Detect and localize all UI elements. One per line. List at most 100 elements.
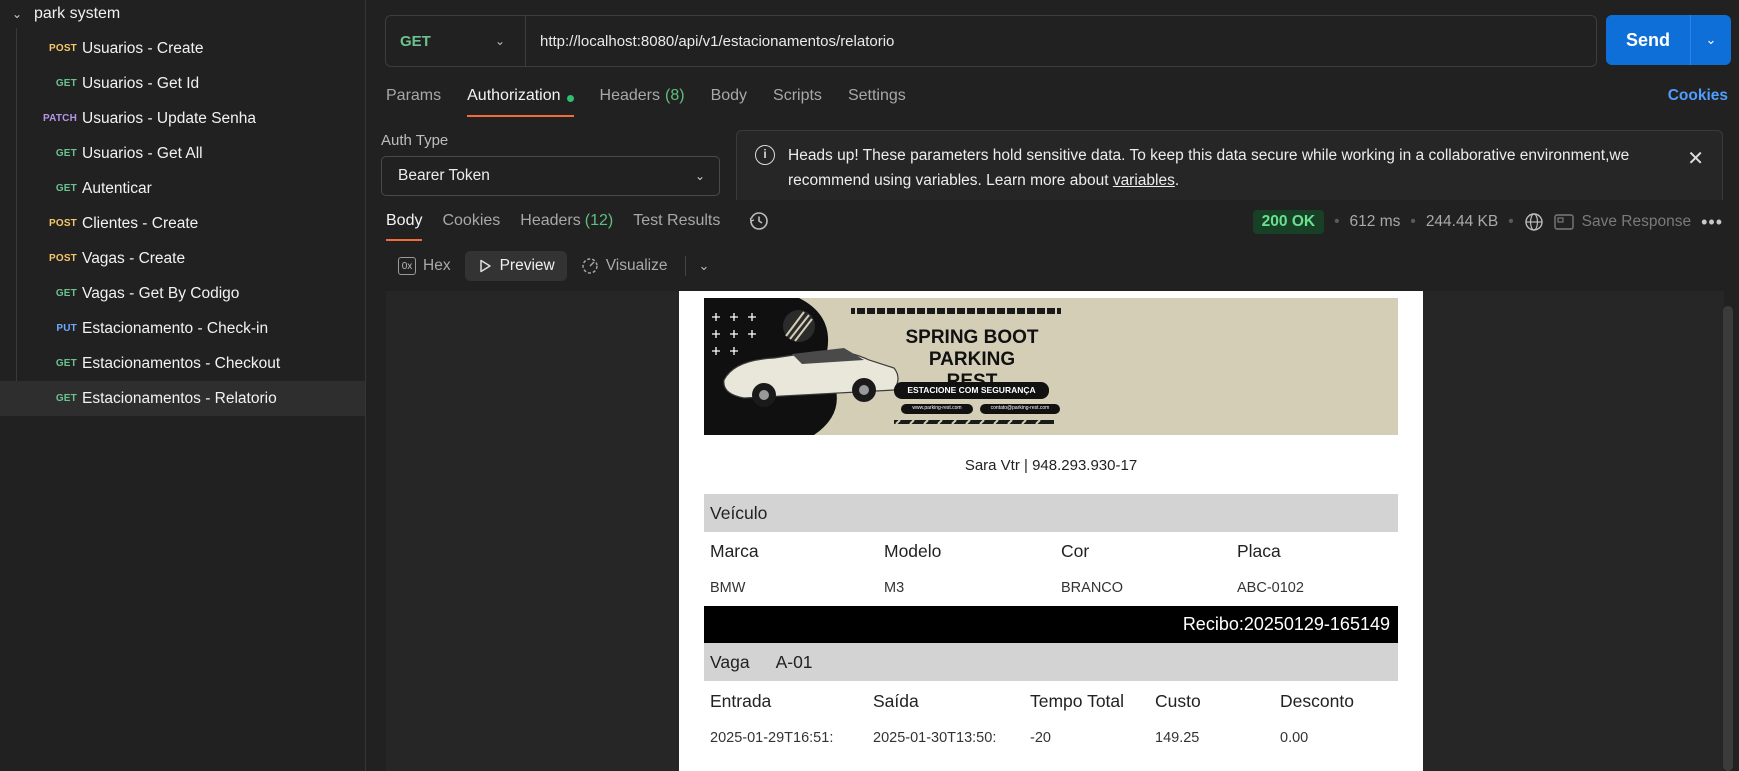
history-icon[interactable]	[748, 210, 770, 232]
method-badge: POST	[48, 253, 77, 264]
tab-headers[interactable]: Headers (8)	[600, 83, 685, 117]
vehicle-col-header: Cor	[1061, 541, 1090, 561]
chevron-down-icon[interactable]: ⌄	[1691, 32, 1731, 48]
banner-graphic	[704, 298, 1398, 435]
separator-dot: •	[1334, 213, 1340, 230]
close-icon[interactable]: ✕	[1687, 146, 1704, 171]
tab-response-body[interactable]: Body	[386, 209, 423, 241]
chevron-down-icon[interactable]: ⌄	[8, 7, 26, 21]
vaga-label: Vaga	[710, 651, 750, 672]
sidebar-request[interactable]: GET Usuarios - Get Id	[0, 66, 365, 101]
request-name: Vagas - Get By Codigo	[82, 284, 240, 302]
variables-link[interactable]: variables	[1113, 172, 1175, 189]
receipt-bar: Recibo:20250129-165149	[704, 606, 1398, 643]
tab-body[interactable]: Body	[711, 83, 747, 117]
vehicle-section-header: Veículo	[704, 494, 1398, 532]
collection-name: park system	[34, 5, 121, 22]
sidebar-request[interactable]: GET Usuarios - Get All	[0, 136, 365, 171]
sidebar-request[interactable]: PUT Estacionamento - Check-in	[0, 311, 365, 346]
stay-col-header: Saída	[873, 691, 919, 711]
request-name: Estacionamentos - Checkout	[82, 354, 281, 372]
cookies-link[interactable]: Cookies	[1668, 87, 1728, 105]
request-name: Autenticar	[82, 179, 152, 197]
hex-icon: 0x	[398, 257, 416, 275]
visualize-icon	[582, 258, 598, 274]
stay-col-header: Entrada	[710, 691, 772, 711]
status-badge[interactable]: 200 OK	[1252, 210, 1325, 234]
tab-hex[interactable]: 0x Hex	[386, 251, 463, 281]
sidebar-request[interactable]: GET Estacionamentos - Checkout	[0, 346, 365, 381]
vaga-value: A-01	[775, 651, 813, 672]
stay-col-value: 0.00	[1280, 730, 1309, 746]
vehicle-col-value: BMW	[710, 580, 746, 596]
save-response-icon	[1553, 214, 1574, 230]
vehicle-section-title: Veículo	[710, 502, 768, 523]
sidebar: ⌄ park system POST Usuarios - Create GET…	[0, 0, 366, 771]
divider	[685, 256, 687, 276]
url-bar: GET ⌄ http://localhost:8080/api/v1/estac…	[385, 15, 1597, 67]
sidebar-request[interactable]: POST Usuarios - Create	[0, 31, 365, 66]
play-icon	[479, 259, 491, 273]
sidebar-request[interactable]: POST Vagas - Create	[0, 241, 365, 276]
tab-label: Hex	[423, 257, 451, 274]
method-badge: GET	[55, 288, 77, 299]
sidebar-request[interactable]: POST Clientes - Create	[0, 206, 365, 241]
method-badge: GET	[55, 78, 77, 89]
tab-response-cookies[interactable]: Cookies	[442, 209, 500, 241]
tab-preview[interactable]: Preview	[464, 251, 567, 281]
send-label: Send	[1625, 29, 1670, 50]
report-document: SPRING BOOT PARKING REST ESTACIONE COM S…	[679, 291, 1423, 771]
response-tabs: Body Cookies Headers (12) Test Results	[386, 209, 740, 241]
tab-settings[interactable]: Settings	[848, 83, 906, 117]
tab-label: Settings	[847, 87, 906, 104]
tab-label: Authorization	[467, 87, 561, 104]
vaga-section-header: Vaga A-01	[704, 643, 1398, 681]
response-size[interactable]: 244.44 KB	[1426, 213, 1498, 231]
method-badge: PATCH	[43, 113, 77, 124]
tab-authorization[interactable]: Authorization	[467, 83, 574, 117]
chevron-down-icon: ⌄	[494, 34, 505, 48]
tab-visualize[interactable]: Visualize	[569, 251, 680, 281]
vehicle-col-value: BRANCO	[1061, 580, 1124, 596]
sidebar-request[interactable]: PATCH Usuarios - Update Senha	[0, 101, 365, 136]
tab-label: Params	[386, 87, 442, 104]
auth-type-select[interactable]: Bearer Token ⌄	[381, 156, 720, 196]
tab-label: Cookies	[442, 212, 501, 229]
stay-col-value: 2025-01-30T13:50:	[873, 730, 997, 746]
method-badge: GET	[55, 148, 77, 159]
globe-icon[interactable]	[1524, 212, 1544, 232]
receipt-number: Recibo:20250129-165149	[1182, 614, 1390, 634]
collection-header[interactable]: ⌄ park system	[8, 2, 120, 26]
tab-count: (12)	[584, 212, 614, 229]
request-name: Estacionamento - Check-in	[82, 319, 269, 337]
method-badge: PUT	[56, 323, 77, 334]
send-button[interactable]: Send ⌄	[1606, 15, 1731, 65]
save-response-button[interactable]: Save Response	[1553, 213, 1692, 231]
tab-params[interactable]: Params	[386, 83, 441, 117]
separator-dot: •	[1508, 213, 1514, 230]
tab-response-headers[interactable]: Headers (12)	[520, 209, 613, 241]
tab-scripts[interactable]: Scripts	[773, 83, 822, 117]
method-badge: GET	[55, 393, 77, 404]
notice-end: .	[1174, 172, 1180, 189]
chevron-down-icon: ⌄	[694, 169, 705, 183]
stay-col-header: Desconto	[1280, 691, 1354, 711]
method-select[interactable]: GET ⌄	[386, 16, 526, 66]
request-tabs: Params Authorization Headers (8) Body Scr…	[386, 83, 932, 117]
tab-test-results[interactable]: Test Results	[633, 209, 720, 241]
stay-col-value: 2025-01-29T16:51:	[710, 730, 834, 746]
sidebar-request-active[interactable]: GET Estacionamentos - Relatorio	[0, 381, 365, 416]
response-time[interactable]: 612 ms	[1350, 213, 1401, 231]
sidebar-request[interactable]: GET Autenticar	[0, 171, 365, 206]
scrollbar[interactable]	[1723, 306, 1733, 771]
tab-label: Headers	[599, 87, 660, 104]
more-options-icon[interactable]: •••	[1701, 212, 1723, 233]
tab-label: Body	[710, 87, 748, 104]
sidebar-request[interactable]: GET Vagas - Get By Codigo	[0, 276, 365, 311]
url-input[interactable]: http://localhost:8080/api/v1/estacioname…	[526, 33, 894, 50]
vehicle-col-value: M3	[884, 580, 905, 596]
chevron-down-icon[interactable]: ⌄	[692, 258, 715, 274]
save-response-label: Save Response	[1581, 213, 1692, 230]
tab-label: Test Results	[633, 212, 721, 229]
stay-col-header: Custo	[1155, 691, 1201, 711]
